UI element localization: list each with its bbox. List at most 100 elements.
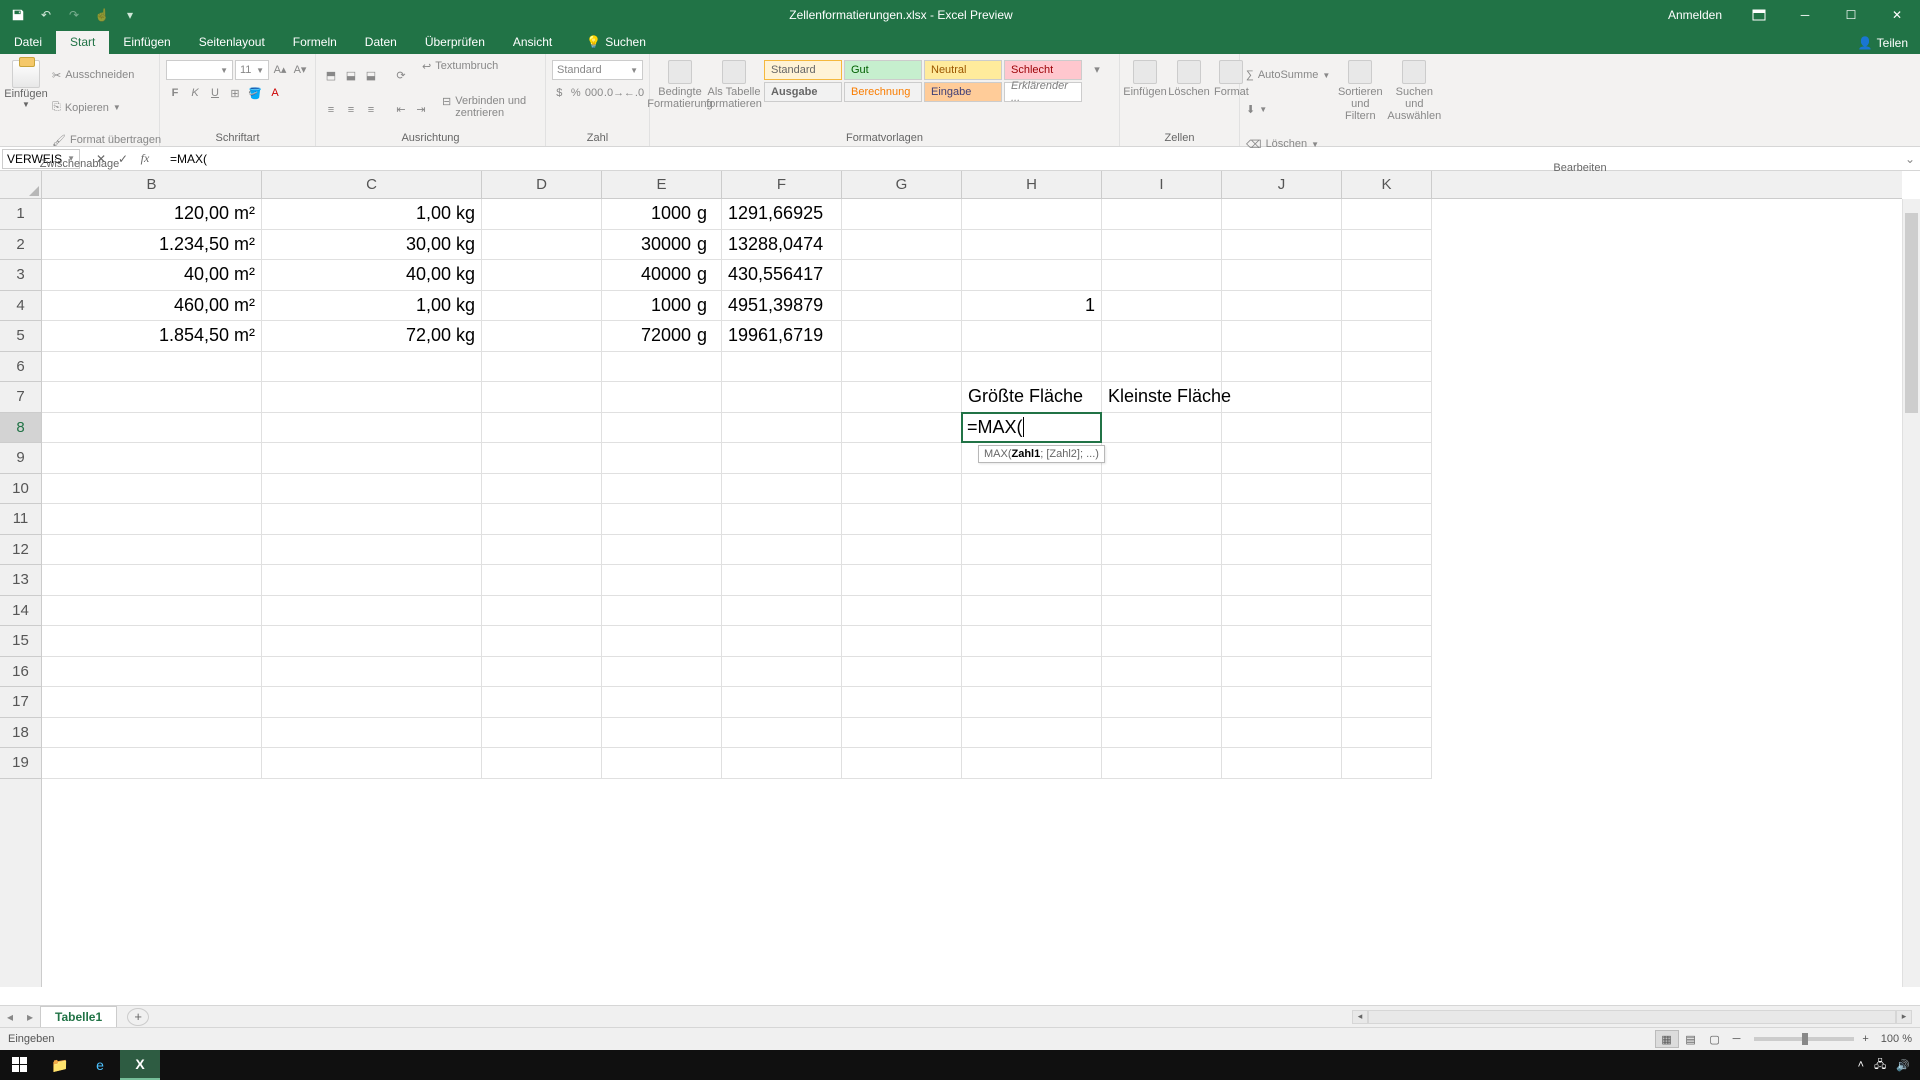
- cell[interactable]: [1342, 535, 1432, 566]
- system-tray[interactable]: ˄ 🖧 🔊: [1848, 1056, 1920, 1075]
- cell[interactable]: [42, 504, 262, 535]
- cell[interactable]: [962, 474, 1102, 505]
- cell[interactable]: [602, 352, 722, 383]
- cell[interactable]: 19961,6719: [722, 321, 842, 352]
- zoom-value[interactable]: 100 %: [1881, 1033, 1912, 1045]
- file-explorer-icon[interactable]: 📁: [40, 1050, 80, 1080]
- close-button[interactable]: ✕: [1874, 0, 1920, 30]
- cell[interactable]: [262, 535, 482, 566]
- cell[interactable]: [262, 596, 482, 627]
- cell[interactable]: [482, 687, 602, 718]
- volume-icon[interactable]: 🔊: [1896, 1059, 1910, 1072]
- row-header-9[interactable]: 9: [0, 443, 41, 474]
- cell[interactable]: [42, 565, 262, 596]
- column-headers[interactable]: BCDEFGHIJK: [42, 171, 1902, 199]
- cell[interactable]: [722, 352, 842, 383]
- style-eingabe[interactable]: Eingabe: [924, 82, 1002, 102]
- cell[interactable]: [962, 321, 1102, 352]
- copy-button[interactable]: ⎘Kopieren▼: [52, 93, 161, 124]
- touch-icon[interactable]: ☝: [88, 4, 116, 26]
- comma-icon[interactable]: 000: [585, 84, 603, 102]
- row-header-6[interactable]: 6: [0, 352, 41, 383]
- tab-start[interactable]: Start: [56, 31, 109, 54]
- cell[interactable]: [482, 596, 602, 627]
- cell[interactable]: [722, 535, 842, 566]
- browser-icon[interactable]: e: [80, 1050, 120, 1080]
- cell[interactable]: [842, 443, 962, 474]
- cell[interactable]: [482, 260, 602, 291]
- cell[interactable]: [262, 718, 482, 749]
- tab-view[interactable]: Ansicht: [499, 31, 566, 54]
- cell[interactable]: [962, 535, 1102, 566]
- cell[interactable]: 1: [962, 291, 1102, 322]
- cell[interactable]: [962, 260, 1102, 291]
- cell[interactable]: [1102, 260, 1222, 291]
- view-pagebreak-icon[interactable]: ▢: [1703, 1030, 1727, 1048]
- cell[interactable]: [262, 352, 482, 383]
- cell[interactable]: [1102, 413, 1222, 444]
- cell[interactable]: [1222, 718, 1342, 749]
- dec-decimal-icon[interactable]: ←.0: [625, 84, 643, 102]
- indent-dec-icon[interactable]: ⇤: [392, 101, 410, 119]
- cell[interactable]: [1342, 657, 1432, 688]
- start-button[interactable]: [0, 1050, 40, 1080]
- row-headers[interactable]: 12345678910111213141516171819: [0, 199, 42, 987]
- cell[interactable]: [722, 413, 842, 444]
- fill-color-button[interactable]: 🪣: [246, 84, 264, 102]
- cell[interactable]: [602, 504, 722, 535]
- cell[interactable]: [1342, 748, 1432, 779]
- style-schlecht[interactable]: Schlecht: [1004, 60, 1082, 80]
- cell[interactable]: [262, 474, 482, 505]
- align-top-icon[interactable]: ⬒: [322, 66, 340, 84]
- cell[interactable]: [842, 260, 962, 291]
- currency-icon[interactable]: $: [552, 84, 567, 102]
- tray-chevron-icon[interactable]: ˄: [1858, 1059, 1864, 1071]
- cell[interactable]: [1342, 199, 1432, 230]
- cell[interactable]: [1342, 291, 1432, 322]
- tell-me[interactable]: 💡Suchen: [572, 31, 660, 54]
- row-header-18[interactable]: 18: [0, 718, 41, 749]
- cell[interactable]: [1102, 596, 1222, 627]
- ribbon-display-icon[interactable]: [1736, 0, 1782, 30]
- cell[interactable]: 40,00 m²: [42, 260, 262, 291]
- cell[interactable]: [842, 321, 962, 352]
- cell[interactable]: [842, 230, 962, 261]
- cell[interactable]: [722, 504, 842, 535]
- sort-filter-button[interactable]: Sortieren und Filtern: [1336, 60, 1384, 122]
- view-normal-icon[interactable]: ▦: [1655, 1030, 1679, 1048]
- styles-more-icon[interactable]: ▾: [1088, 60, 1106, 78]
- col-header-I[interactable]: I: [1102, 171, 1222, 198]
- cell[interactable]: 1,00 kg: [262, 291, 482, 322]
- fill-button[interactable]: ⬇▼: [1246, 95, 1330, 126]
- undo-icon[interactable]: ↶: [32, 4, 60, 26]
- align-right-icon[interactable]: ≡: [362, 101, 380, 119]
- cell[interactable]: [842, 718, 962, 749]
- add-sheet-button[interactable]: +: [127, 1008, 149, 1026]
- cell[interactable]: [262, 413, 482, 444]
- cell[interactable]: [722, 474, 842, 505]
- tab-layout[interactable]: Seitenlayout: [185, 31, 279, 54]
- paste-button[interactable]: Einfügen▼: [6, 60, 46, 109]
- cell[interactable]: [962, 626, 1102, 657]
- cell[interactable]: [1222, 748, 1342, 779]
- cell[interactable]: [722, 748, 842, 779]
- share-button[interactable]: 👤Teilen: [1846, 32, 1920, 54]
- sheet-nav-prev-icon[interactable]: ◂: [0, 1010, 20, 1024]
- cell[interactable]: [482, 413, 602, 444]
- align-left-icon[interactable]: ≡: [322, 101, 340, 119]
- qa-customize-icon[interactable]: ▾: [116, 4, 144, 26]
- style-neutral[interactable]: Neutral: [924, 60, 1002, 80]
- font-color-button[interactable]: A: [266, 84, 284, 102]
- cell[interactable]: [42, 626, 262, 657]
- col-header-F[interactable]: F: [722, 171, 842, 198]
- cell[interactable]: 30000g: [602, 230, 722, 261]
- border-button[interactable]: ⊞: [226, 84, 244, 102]
- cell-styles-gallery[interactable]: Standard Gut Neutral Schlecht Ausgabe Be…: [764, 60, 1082, 102]
- cell[interactable]: [42, 718, 262, 749]
- cell[interactable]: [962, 504, 1102, 535]
- cell[interactable]: [602, 535, 722, 566]
- cell[interactable]: [262, 382, 482, 413]
- tab-formulas[interactable]: Formeln: [279, 31, 351, 54]
- cell[interactable]: [482, 718, 602, 749]
- cell[interactable]: [722, 626, 842, 657]
